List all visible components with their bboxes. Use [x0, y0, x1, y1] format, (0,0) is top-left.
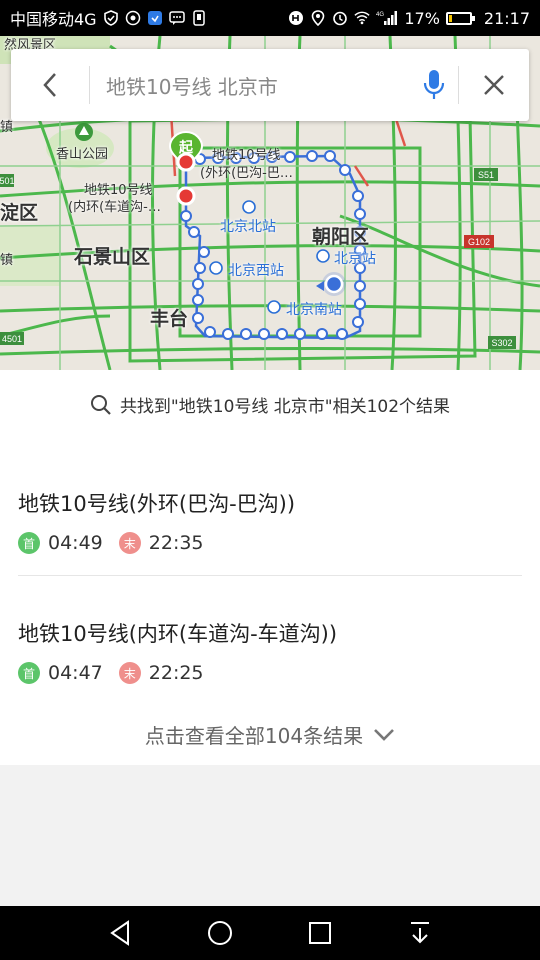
first-train-time: 04:47 [48, 662, 103, 684]
shield-icon [103, 10, 119, 26]
result-title: 地铁10号线(内环(车道沟-车道沟)) [18, 622, 338, 646]
network-type-label: 4G [376, 12, 384, 18]
road-g102: G102 [468, 237, 490, 247]
square-recent-icon [309, 922, 331, 944]
hd-call-icon [288, 10, 304, 26]
road-501: 501 [0, 176, 15, 186]
result-times: 首 04:47 末 22:25 [18, 662, 522, 684]
map-label-bj-south: 北京南站 [286, 302, 342, 318]
record-icon [125, 10, 141, 26]
first-train-time: 04:49 [48, 532, 103, 554]
show-all-label: 点击查看全部104条结果 [144, 724, 364, 748]
battery-fill [448, 14, 452, 22]
map-label-district-left: 淀区 [0, 202, 39, 224]
storage-icon [191, 10, 207, 26]
triangle-back-icon [110, 920, 129, 946]
park-tree-icon [75, 123, 93, 141]
map-label-chaoyang: 朝阳区 [312, 226, 370, 248]
road-s302: S302 [491, 338, 512, 348]
last-train-badge: 末 [118, 532, 141, 554]
result-item[interactable]: 地铁10号线(外环(巴沟-巴沟)) 首 04:49 末 22:35 [18, 488, 522, 554]
clock: 21:17 [483, 8, 530, 28]
nav-home-button[interactable] [200, 913, 240, 953]
results-summary-text: 共找到"地铁10号线 北京市"相关102个结果 [119, 397, 451, 417]
nav-back-button[interactable] [100, 913, 140, 953]
result-item[interactable]: 地铁10号线(内环(车道沟-车道沟)) 首 04:47 末 22:25 [18, 618, 522, 684]
map-label-bj-station: 北京站 [334, 251, 376, 267]
result-divider [18, 575, 522, 576]
current-location-marker[interactable] [316, 272, 346, 296]
map-label-bj-north: 北京北站 [220, 219, 276, 235]
nav-notification-button[interactable] [400, 913, 440, 953]
last-train-badge: 末 [118, 662, 141, 684]
map-label-town-2: 镇 [0, 253, 14, 268]
nav-recent-button[interactable] [300, 913, 340, 953]
result-title: 地铁10号线(外环(巴沟-巴沟)) [18, 492, 296, 516]
show-all-results-button[interactable]: 点击查看全部104条结果 [0, 720, 540, 749]
last-train-time: 22:25 [148, 662, 204, 684]
voice-search-button[interactable] [410, 49, 458, 121]
road-s51: S51 [478, 170, 494, 180]
circle-home-icon [208, 921, 232, 945]
app-notification-icon [147, 10, 163, 26]
results-panel: 共找到"地铁10号线 北京市"相关102个结果 地铁10号线(外环(巴沟-巴沟)… [0, 370, 540, 765]
back-button[interactable] [11, 49, 89, 121]
results-summary: 共找到"地铁10号线 北京市"相关102个结果 [0, 392, 540, 417]
status-bar: 中国移动4G 4G 17% 21:17 [0, 0, 540, 36]
signal-icon: 4G [376, 10, 398, 26]
map-label-line-outer-sub: (外环(巴沟-巴… [200, 166, 293, 181]
message-icon [168, 10, 185, 26]
map-label-line-outer: 地铁10号线 [212, 148, 281, 163]
road-4501: 4501 [2, 334, 22, 344]
back-arrow-icon [43, 73, 56, 97]
battery-percent: 17% [404, 8, 440, 28]
location-icon [310, 10, 326, 26]
pull-down-icon [411, 922, 429, 944]
carrier-label: 中国移动4G [10, 10, 97, 29]
search-icon [90, 394, 111, 415]
microphone-icon [423, 70, 445, 99]
wifi-icon [354, 10, 370, 26]
search-input[interactable]: 地铁10号线 北京市 [90, 71, 410, 100]
result-times: 首 04:49 末 22:35 [18, 532, 522, 554]
first-train-badge: 首 [18, 532, 40, 554]
map-label-line-inner-sub: (内环(车道沟-… [68, 200, 161, 215]
map-label-xiangshan: 香山公园 [56, 147, 109, 162]
map-label-shijingshan: 石景山区 [74, 246, 151, 268]
last-train-time: 22:35 [148, 532, 204, 554]
map-label-bj-west: 北京西站 [228, 263, 284, 279]
close-icon [484, 75, 504, 95]
battery-icon [445, 11, 475, 25]
first-train-badge: 首 [18, 662, 40, 684]
clear-search-button[interactable] [459, 49, 529, 121]
map-label-fengtai: 丰台 [150, 308, 189, 330]
search-bar: 地铁10号线 北京市 [11, 49, 529, 121]
system-nav-bar [0, 906, 540, 960]
alarm-icon [332, 10, 348, 26]
chevron-down-icon [374, 728, 395, 741]
